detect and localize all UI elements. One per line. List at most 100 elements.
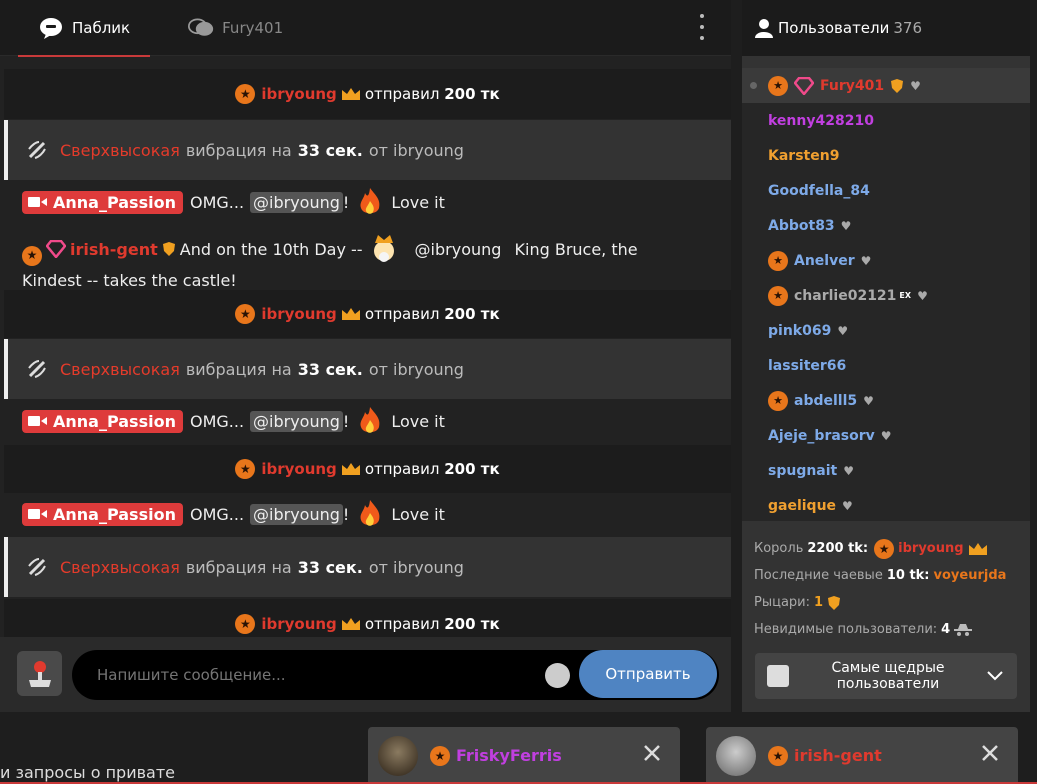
vibration-duration: 33 сек. [297,359,363,379]
pm-notification[interactable]: ★ FriskyFerris [368,727,680,784]
vibration-icon [28,141,46,159]
notification-user: irish-gent [794,746,882,765]
heart-icon[interactable]: ♥ [861,254,872,268]
vibration-from: от ibryoung [368,140,464,160]
user-list-item[interactable]: kenny428210 [742,103,1030,138]
model-badge[interactable]: Anna_Passion [22,409,183,433]
heart-icon[interactable]: ♥ [881,429,892,443]
bottom-caption: и запросы о привате [0,763,176,782]
tip-user[interactable]: ibryoung [261,460,336,478]
star-icon: ★ [235,459,256,479]
vibration-text: вибрация на [185,557,292,577]
user-list-item[interactable]: spugnait ♥ [742,453,1030,488]
vibration-text: вибрация на [185,140,292,160]
vibration-from: от ibryoung [368,557,464,577]
chat-message: Anna_Passion OMG... @ibryoung ! Love it [4,400,731,442]
top-tippers-button[interactable]: Самые щедрые пользователи [755,653,1017,699]
user-list-item[interactable]: ★ Anelver ♥ [742,243,1030,278]
more-options-icon[interactable] [699,14,705,40]
users-header: Пользователи 376 [742,0,1030,56]
star-icon: ★ [22,245,42,266]
tab-public[interactable]: Паблик [0,0,151,57]
message-tail: Love it [391,192,445,212]
vibration-duration: 33 сек. [297,140,363,160]
user-name: Ajeje_brasorv [768,427,875,444]
heart-icon[interactable]: ♥ [837,324,848,338]
mention[interactable]: @ibryoung [250,191,343,213]
star-icon: ★ [768,285,788,306]
send-button[interactable]: Отправить [579,650,717,698]
tab-public-label: Паблик [72,18,131,37]
heart-icon[interactable]: ♥ [842,499,853,513]
mention[interactable]: @ibryoung [415,240,502,259]
tip-user[interactable]: ibryoung [261,615,336,633]
knights-stat: Рыцари: 1 [754,589,1030,616]
model-badge[interactable]: Anna_Passion [22,502,183,526]
games-button[interactable] [17,651,62,696]
tab-private[interactable]: Fury401 [150,0,303,56]
public-chat-icon [40,17,62,39]
heart-icon[interactable]: ♥ [917,289,928,303]
message-tail: Love it [391,504,445,524]
star-icon: ★ [768,745,788,766]
user-list-item[interactable]: ★ Fury401 ♥ [742,68,1030,103]
avatar [716,735,756,776]
user-list-item[interactable]: Goodfella_84 [742,173,1030,208]
message-text: OMG... [189,504,245,524]
spy-icon [954,623,973,636]
star-icon: ★ [874,538,895,559]
users-count: 376 [893,19,923,37]
user-list-item[interactable]: lassiter66 [742,348,1030,383]
heart-icon[interactable]: ♥ [863,394,874,408]
vibration-duration: 33 сек. [297,557,363,577]
private-chat-icon [188,17,214,36]
tip-message: ★ ibryoung отправил 200 тк [4,599,731,637]
star-icon: ★ [235,84,256,104]
message-list: ★ ibryoung отправил 200 тк Сверхвысокая … [4,57,731,637]
mention[interactable]: @ibryoung [250,410,343,432]
chat-tabs: Паблик Fury401 [0,0,731,57]
user-list-item[interactable]: Karsten9 [742,138,1030,173]
user-list-item[interactable]: ★ charlie02121 EX ♥ [742,278,1030,313]
shield-icon [162,242,175,256]
vibration-level: Сверхвысокая [60,557,180,577]
tip-user[interactable]: ibryoung [261,305,336,323]
chat-message: ★ irish-gent And on the 10th Day -- @ibryou… [4,223,731,290]
fire-emoji-icon [360,407,380,433]
heart-icon[interactable]: ♥ [841,219,852,233]
user-list-item[interactable]: pink069 ♥ [742,313,1030,348]
crown-icon [341,88,360,100]
king-stat: Король 2200 tk: ★ ibryoung [754,535,1030,562]
user-list-item[interactable]: Abbot83 ♥ [742,208,1030,243]
user-list-item[interactable]: ★ abdelll5 ♥ [742,383,1030,418]
tip-user[interactable]: ibryoung [261,85,336,103]
heart-icon[interactable]: ♥ [910,79,921,93]
shield-icon [828,595,841,610]
users-panel: Пользователи 376 ★ Fury401 ♥ kenny428210 Kar… [742,0,1030,712]
emoji-picker-icon[interactable] [545,663,570,688]
model-badge[interactable]: Anna_Passion [22,190,183,214]
user-name: Abbot83 [768,217,835,234]
chat-username[interactable]: irish-gent [70,240,158,259]
message-input[interactable] [97,663,527,687]
user-list-item[interactable]: gaelique ♥ [742,488,1030,523]
user-name: Anelver [794,252,855,269]
chat-message: Anna_Passion OMG... @ibryoung ! Love it [4,493,731,535]
message-text: OMG... [189,411,245,431]
last-tip-stat: Последние чаевые 10 tk: voyeurjda [754,568,1007,583]
tip-text: отправил 200 тк [364,615,500,633]
close-icon[interactable] [980,743,1000,763]
message-bang: ! [342,504,350,524]
message-tail: Love it [391,411,445,431]
user-list-item[interactable]: Ajeje_brasorv ♥ [742,418,1030,453]
mention[interactable]: @ibryoung [250,503,343,525]
heart-icon[interactable]: ♥ [843,464,854,478]
close-icon[interactable] [642,743,662,763]
crown-icon [341,463,360,475]
vibration-from: от ibryoung [368,359,464,379]
star-icon: ★ [235,304,256,324]
diamond-icon [794,76,814,95]
pm-notification[interactable]: ★ irish-gent [706,727,1018,784]
tip-text: отправил 200 тк [364,305,500,323]
room-stats: Король 2200 tk: ★ ibryoung Последние чаев… [754,535,1030,643]
